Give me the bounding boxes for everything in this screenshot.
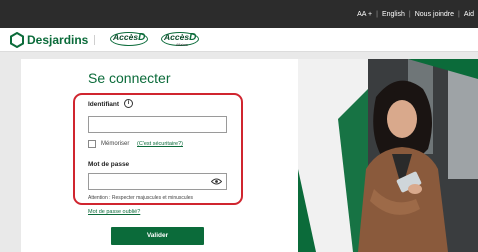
- remember-label: Mémoriser: [101, 141, 130, 147]
- remember-info-link[interactable]: (C'est sécuritaire?): [137, 141, 183, 147]
- eye-icon[interactable]: [211, 178, 222, 185]
- hero-photo: [298, 59, 478, 252]
- desjardins-logo[interactable]: Desjardins: [9, 32, 88, 48]
- info-icon[interactable]: i: [124, 99, 133, 108]
- woman-with-phone-illustration: [298, 59, 478, 252]
- utility-links: AA + | English | Nous joindre | Aid: [353, 0, 478, 28]
- top-utility-bar: AA + | English | Nous joindre | Aid: [0, 0, 478, 28]
- accesd-logo[interactable]: AccèsD: [110, 32, 148, 48]
- password-input[interactable]: [88, 173, 227, 190]
- text-size-button[interactable]: AA +: [353, 11, 376, 18]
- identifier-input[interactable]: [88, 116, 227, 133]
- accesd-affaires-logo[interactable]: AccèsD Affaires: [161, 32, 199, 48]
- password-label: Mot de passe: [88, 161, 130, 168]
- desjardins-hexagon-icon: [10, 32, 24, 48]
- contact-link[interactable]: Nous joindre: [411, 11, 458, 18]
- identifier-label: Identifiant: [88, 101, 120, 108]
- language-link[interactable]: English: [378, 11, 409, 18]
- page-title: Se connecter: [88, 70, 171, 86]
- accesd-ring: [110, 32, 148, 46]
- brand-name: Desjardins: [27, 33, 89, 47]
- submit-button[interactable]: Valider: [111, 227, 204, 245]
- remember-checkbox[interactable]: [88, 140, 96, 148]
- password-hint: Attention : Respecter majuscules et minu…: [88, 195, 194, 201]
- site-header: Desjardins AccèsD AccèsD Affaires: [0, 28, 478, 52]
- help-link[interactable]: Aid: [460, 11, 478, 18]
- accesd-affaires-sub: Affaires: [176, 43, 188, 47]
- header-divider: [94, 35, 95, 45]
- forgot-password-link[interactable]: Mot de passe oublié?: [88, 209, 140, 215]
